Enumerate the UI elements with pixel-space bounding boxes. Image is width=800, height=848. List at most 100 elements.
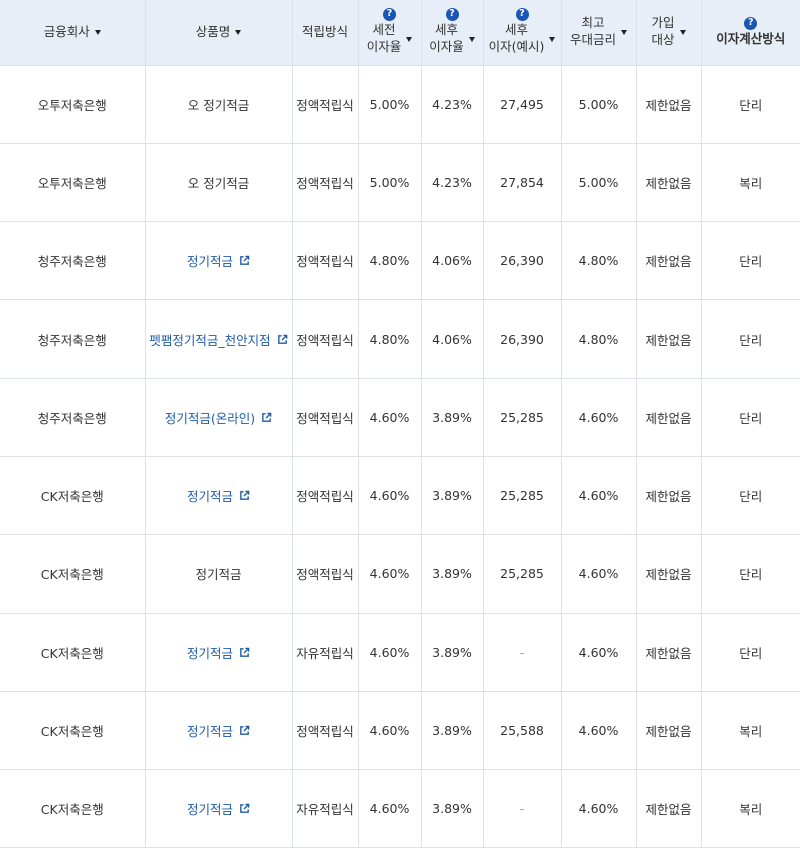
max-rate-cell: 4.60% (561, 378, 637, 457)
table-row: 오투저축은행 오 정기적금 정액적립식 5.00% 4.23% 27,854 5.00% 제한… (0, 143, 800, 223)
eligibility-cell: 제한없음 (636, 143, 702, 223)
pretax-rate-cell: 4.80% (358, 221, 422, 301)
product-link[interactable]: 정기적금 (187, 799, 250, 818)
sort-down-icon[interactable] (621, 29, 627, 35)
calc-method-cell: 단리 (701, 613, 800, 692)
max-rate-cell: 5.00% (561, 65, 637, 144)
col-eligibility-label-1: 가입 (651, 15, 675, 31)
col-max-rate-label-1: 최고 (581, 15, 605, 31)
eligibility-cell: 제한없음 (636, 769, 702, 848)
aftertax-rate-cell: 4.06% (421, 299, 484, 379)
pretax-rate-cell: 4.60% (358, 534, 422, 614)
external-link-icon (240, 255, 250, 266)
product-link[interactable]: 정기적금(온라인) (165, 408, 272, 427)
savings-product-table: 금융회사 상품명 적립방식 ? 세전 이자율 ? 세후 이자율 ? 세후 이자(… (0, 0, 800, 848)
calc-method-cell: 단리 (701, 65, 800, 144)
col-aftertax-rate-header[interactable]: ? 세후 이자율 (421, 0, 484, 66)
pretax-rate-cell: 4.60% (358, 769, 422, 848)
aftertax-rate-cell: 3.89% (421, 769, 484, 848)
sort-down-icon[interactable] (94, 29, 101, 35)
external-link-icon (277, 334, 287, 344)
col-pretax-label-1: 세전 (372, 22, 396, 38)
product-link[interactable]: 정기적금 (187, 643, 250, 662)
method-cell: 정액적립식 (292, 221, 359, 301)
aftertax-rate-cell: 3.89% (421, 534, 484, 614)
product-cell: 정기적금 (145, 534, 293, 614)
max-rate-cell: 4.60% (561, 691, 637, 771)
pretax-rate-cell: 4.60% (358, 691, 422, 771)
col-bank-header[interactable]: 금융회사 (0, 0, 146, 66)
method-cell: 정액적립식 (292, 143, 359, 223)
method-cell: 정액적립식 (292, 534, 359, 614)
bank-cell: 청주저축은행 (0, 378, 146, 457)
col-max-rate-header[interactable]: 최고 우대금리 (561, 0, 637, 66)
bank-cell: CK저축은행 (0, 456, 146, 536)
method-cell: 정액적립식 (292, 456, 359, 536)
product-link[interactable]: 정기적금 (187, 721, 250, 740)
table-row: CK저축은행 정기적금 정액적립식 4.60% 3.89% 25,285 4.60% 제한없음… (0, 456, 800, 536)
calc-method-cell: 단리 (701, 378, 800, 457)
help-icon[interactable]: ? (515, 8, 529, 22)
col-pretax-label-2: 이자율 (366, 39, 402, 55)
product-cell: 오 정기적금 (145, 65, 293, 144)
max-rate-cell: 4.60% (561, 613, 637, 692)
col-aftertax-interest-header[interactable]: ? 세후 이자(예시) (483, 0, 562, 66)
product-cell: 정기적금 (145, 613, 293, 692)
table-body: 오투저축은행 오 정기적금 정액적립식 5.00% 4.23% 27,495 5.00% 제한… (0, 65, 800, 848)
external-link-icon (240, 725, 250, 735)
product-link[interactable]: 정기적금 (187, 251, 250, 270)
external-link-icon (240, 804, 250, 814)
aftertax-interest-cell: 25,285 (483, 534, 562, 614)
sort-down-icon[interactable] (235, 29, 242, 35)
method-cell: 정액적립식 (292, 299, 359, 379)
sort-down-icon[interactable] (549, 36, 556, 42)
eligibility-cell: 제한없음 (636, 378, 702, 457)
max-rate-cell: 4.60% (561, 534, 637, 614)
table-row: 오투저축은행 오 정기적금 정액적립식 5.00% 4.23% 27,495 5.00% 제한… (0, 65, 800, 144)
pretax-rate-cell: 5.00% (358, 65, 422, 144)
external-link-icon (240, 647, 250, 657)
external-link-icon (240, 490, 250, 500)
calc-method-cell: 복리 (701, 691, 800, 771)
aftertax-rate-cell: 3.89% (421, 456, 484, 536)
table-row: CK저축은행 정기적금 정액적립식 4.60% 3.89% 25,285 4.60% 제한없음… (0, 534, 800, 614)
product-link[interactable]: 정기적금 (187, 486, 250, 505)
product-cell: 오 정기적금 (145, 143, 293, 223)
col-product-header[interactable]: 상품명 (145, 0, 293, 66)
sort-down-icon[interactable] (406, 36, 413, 42)
eligibility-cell: 제한없음 (636, 691, 702, 771)
bank-cell: CK저축은행 (0, 691, 146, 771)
help-icon[interactable]: ? (383, 8, 396, 22)
col-eligibility-label-2: 대상 (651, 32, 675, 48)
help-icon[interactable]: ? (744, 16, 758, 30)
table-row: 청주저축은행 정기적금(온라인) 정액적립식 4.60% 3.89% 25,285 4.60… (0, 378, 800, 457)
col-method-label: 적립방식 (301, 23, 348, 39)
aftertax-rate-cell: 4.23% (421, 143, 484, 223)
sort-down-icon[interactable] (679, 29, 686, 35)
aftertax-interest-cell: 27,495 (483, 65, 562, 144)
pretax-rate-cell: 4.60% (358, 456, 422, 536)
sort-down-icon[interactable] (468, 36, 475, 42)
method-cell: 정액적립식 (292, 691, 359, 771)
aftertax-interest-cell: 26,390 (483, 221, 562, 301)
col-product-label: 상품명 (195, 23, 231, 39)
bank-cell: 청주저축은행 (0, 299, 146, 379)
table-row: 청주저축은행 정기적금 정액적립식 4.80% 4.06% 26,390 4.80% 제한없음… (0, 221, 800, 301)
calc-method-cell: 단리 (701, 299, 800, 379)
col-pretax-rate-header[interactable]: ? 세전 이자율 (358, 0, 422, 66)
product-name: 정기적금 (186, 254, 233, 270)
product-link[interactable]: 펫팸정기적금_천안지점 (149, 330, 287, 349)
eligibility-cell: 제한없음 (636, 221, 702, 301)
aftertax-interest-cell: 25,588 (483, 691, 562, 771)
aftertax-rate-cell: 3.89% (421, 691, 484, 771)
bank-cell: CK저축은행 (0, 613, 146, 692)
col-eligibility-header[interactable]: 가입 대상 (636, 0, 702, 66)
aftertax-interest-cell: 25,285 (483, 456, 562, 536)
product-cell: 정기적금 (145, 691, 293, 771)
product-name: 펫팸정기적금_천안지점 (149, 332, 271, 348)
bank-cell: 청주저축은행 (0, 221, 146, 301)
col-max-rate-label-2: 우대금리 (569, 32, 616, 48)
aftertax-interest-cell: 26,390 (483, 299, 562, 379)
help-icon[interactable]: ? (445, 8, 459, 22)
table-row: CK저축은행 정기적금 자유적립식 4.60% 3.89% -4.60% 제한없음 복리 (0, 769, 800, 848)
